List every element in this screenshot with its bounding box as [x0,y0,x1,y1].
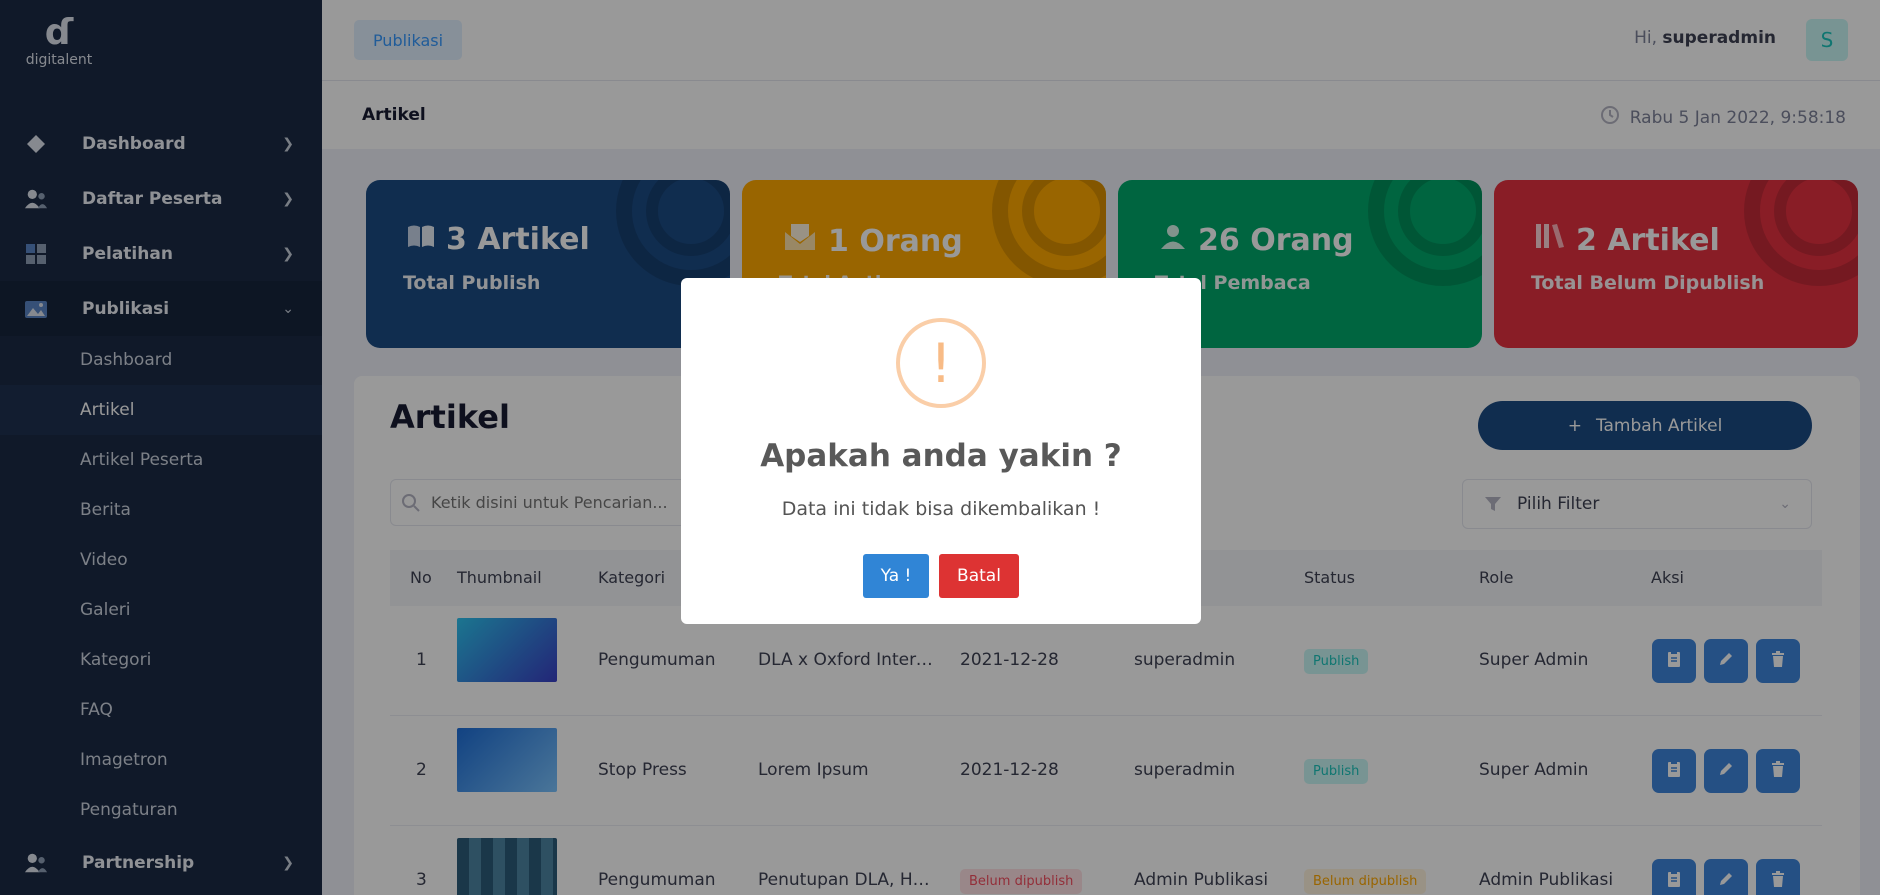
confirm-dialog: ! Apakah anda yakin ? Data ini tidak bis… [681,278,1201,624]
warning-icon: ! [896,318,986,408]
dialog-message: Data ini tidak bisa dikembalikan ! [781,498,1101,520]
dialog-title: Apakah anda yakin ? [760,438,1122,474]
confirm-button[interactable]: Ya ! [863,554,929,598]
cancel-button[interactable]: Batal [939,554,1019,598]
